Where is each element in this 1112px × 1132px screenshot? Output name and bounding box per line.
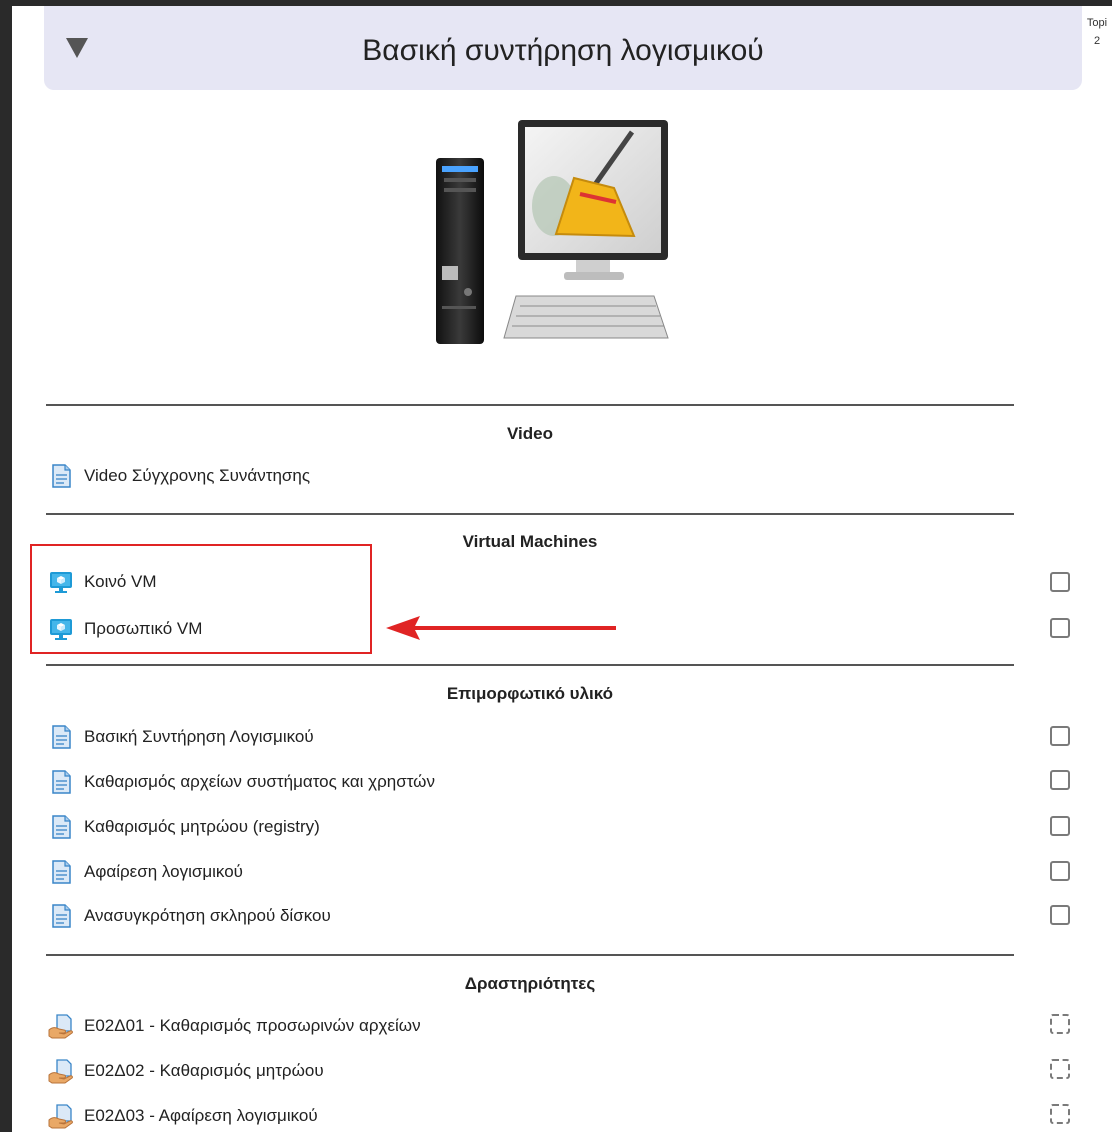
list-item-training-3[interactable]: Καθαρισμός μητρώου (registry) — [48, 812, 320, 842]
window-frame-left — [0, 0, 12, 1132]
assignment-hand-icon — [48, 1013, 74, 1039]
list-item-label[interactable]: Βασική Συντήρηση Λογισμικού — [84, 727, 314, 747]
completion-checkbox[interactable] — [1050, 816, 1070, 836]
topic-tag: Topi 2 — [1084, 14, 1110, 50]
topic-tag-label: Topi — [1086, 17, 1108, 29]
completion-checkbox[interactable] — [1050, 572, 1070, 592]
document-icon — [48, 903, 74, 929]
list-item-training-1[interactable]: Βασική Συντήρηση Λογισμικού — [48, 722, 314, 752]
group-divider-training — [46, 664, 1014, 666]
group-divider-activities — [46, 954, 1014, 956]
group-heading-activities: Δραστηριότητες — [464, 974, 596, 993]
auto-completion-checkbox — [1050, 1059, 1070, 1079]
course-section: Topi 2 Βασική συντήρηση λογισμικού Video… — [12, 6, 1112, 1132]
list-item-training-5[interactable]: Ανασυγκρότηση σκληρού δίσκου — [48, 901, 331, 931]
completion-checkbox[interactable] — [1050, 726, 1070, 746]
group-divider-vm — [46, 513, 1014, 515]
list-item-label[interactable]: Ε02Δ01 - Καθαρισμός προσωρινών αρχείων — [84, 1016, 421, 1036]
list-item-label[interactable]: Αφαίρεση λογισμικού — [84, 862, 243, 882]
list-item-training-2[interactable]: Καθαρισμός αρχείων συστήματος και χρηστώ… — [48, 767, 435, 797]
auto-completion-checkbox — [1050, 1104, 1070, 1124]
completion-checkbox[interactable] — [1050, 770, 1070, 790]
list-item-label[interactable]: Ε02Δ02 - Καθαρισμός μητρώου — [84, 1061, 324, 1081]
list-item-activity-1[interactable]: Ε02Δ01 - Καθαρισμός προσωρινών αρχείων — [48, 1011, 421, 1041]
list-item-video-meeting[interactable]: Video Σύγχρονης Συνάντησης — [48, 461, 310, 491]
list-item-label[interactable]: Ανασυγκρότηση σκληρού δίσκου — [84, 906, 331, 926]
document-icon — [48, 724, 74, 750]
topic-tag-number: 2 — [1093, 35, 1101, 47]
document-icon — [48, 769, 74, 795]
document-icon — [48, 859, 74, 885]
list-item-activity-2[interactable]: Ε02Δ02 - Καθαρισμός μητρώου — [48, 1056, 324, 1086]
document-icon — [48, 814, 74, 840]
document-icon — [48, 463, 74, 489]
computer-cleaning-illustration — [436, 120, 669, 344]
group-divider-video — [46, 404, 1014, 406]
list-item-training-4[interactable]: Αφαίρεση λογισμικού — [48, 857, 243, 887]
red-arrow-annotation — [386, 616, 616, 640]
section-title: Βασική συντήρηση λογισμικού — [362, 34, 764, 67]
highlight-annotation-box — [30, 544, 372, 654]
group-heading-training: Επιμορφωτικό υλικό — [446, 684, 614, 703]
assignment-hand-icon — [48, 1058, 74, 1084]
completion-checkbox[interactable] — [1050, 618, 1070, 638]
list-item-label[interactable]: Καθαρισμός αρχείων συστήματος και χρηστώ… — [84, 772, 435, 792]
completion-checkbox[interactable] — [1050, 861, 1070, 881]
list-item-activity-3[interactable]: Ε02Δ03 - Αφαίρεση λογισμικού — [48, 1101, 318, 1131]
completion-checkbox[interactable] — [1050, 905, 1070, 925]
list-item-label[interactable]: Καθαρισμός μητρώου (registry) — [84, 817, 320, 837]
list-item-label[interactable]: Ε02Δ03 - Αφαίρεση λογισμικού — [84, 1106, 318, 1126]
list-item-label[interactable]: Video Σύγχρονης Συνάντησης — [84, 466, 310, 486]
auto-completion-checkbox — [1050, 1014, 1070, 1034]
assignment-hand-icon — [48, 1103, 74, 1129]
group-heading-video: Video — [507, 424, 553, 443]
